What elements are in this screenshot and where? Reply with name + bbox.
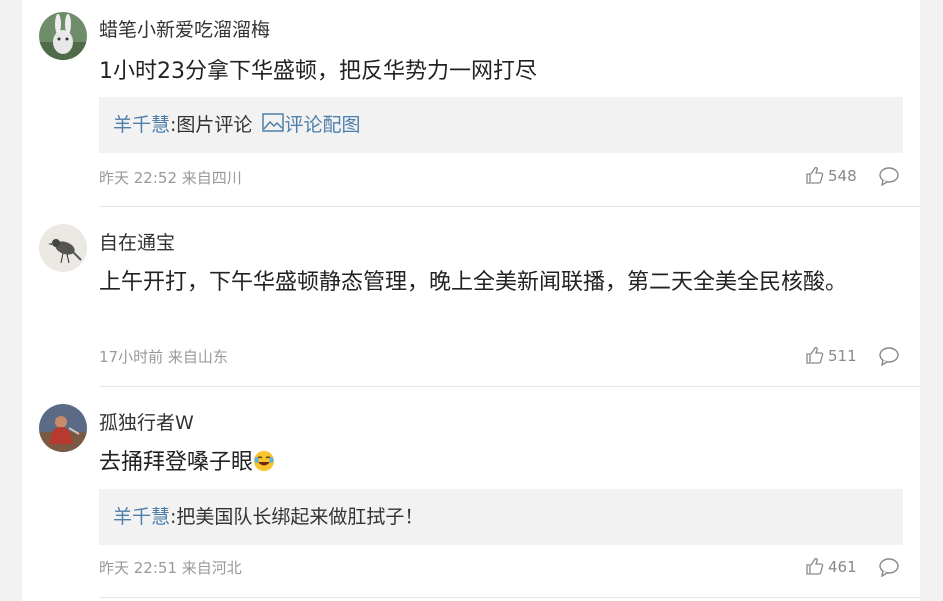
comment-meta: 17小时前 来自山东 <box>99 348 228 366</box>
like-count: 461 <box>828 558 857 576</box>
image-icon[interactable] <box>262 113 285 133</box>
rabbit-avatar-icon <box>39 12 87 60</box>
divider <box>99 597 920 598</box>
reply-button[interactable] <box>878 346 900 367</box>
laughing-crying-emoji-icon <box>253 449 275 471</box>
like-count: 548 <box>828 167 857 185</box>
comment-icon <box>879 167 899 187</box>
avatar[interactable] <box>39 12 87 60</box>
reply-text: :图片评论 <box>170 114 259 136</box>
reply-button[interactable] <box>878 166 900 187</box>
comment-icon <box>879 558 899 578</box>
thumbs-up-icon <box>806 346 824 364</box>
comment-text-content: 去捅拜登嗓子眼 <box>99 450 254 475</box>
thumbs-up-icon <box>806 166 824 184</box>
comment-meta: 昨天 22:52 来自四川 <box>99 169 242 187</box>
comment-meta: 昨天 22:51 来自河北 <box>99 559 242 577</box>
like-button[interactable]: 548 <box>806 166 857 185</box>
avatar[interactable] <box>39 404 87 452</box>
reply-box: 羊千慧:图片评论 评论配图 <box>99 97 903 153</box>
comment-text: 上午开打，下午华盛顿静态管理，晚上全美新闻联播，第二天全美全民核酸。 <box>99 270 848 295</box>
comment-list: 蜡笔小新爱吃溜溜梅 1小时23分拿下华盛顿，把反华势力一网打尽 羊千慧:图片评论… <box>22 0 920 601</box>
reply-box: 羊千慧:把美国队长绑起来做肛拭子！ <box>99 489 903 545</box>
comment-username[interactable]: 蜡笔小新爱吃溜溜梅 <box>99 15 270 42</box>
comment-username[interactable]: 自在通宝 <box>99 228 175 255</box>
reply-text: :把美国队长绑起来做肛拭子！ <box>170 506 424 528</box>
like-count: 511 <box>828 347 857 365</box>
divider <box>99 386 920 387</box>
reply-button[interactable] <box>878 557 900 578</box>
comment-icon <box>879 347 899 367</box>
bird-avatar-icon <box>39 224 87 272</box>
divider <box>99 206 920 207</box>
comment-image-link[interactable]: 评论配图 <box>284 114 360 136</box>
comment-text: 去捅拜登嗓子眼 <box>99 446 889 480</box>
comment-text: 1小时23分拿下华盛顿，把反华势力一网打尽 <box>99 59 537 84</box>
like-button[interactable]: 511 <box>806 346 857 365</box>
comment-username[interactable]: 孤独行者W <box>99 408 194 435</box>
thumbs-up-icon <box>806 557 824 575</box>
reply-username[interactable]: 羊千慧 <box>113 114 170 136</box>
like-button[interactable]: 461 <box>806 557 857 576</box>
reply-username[interactable]: 羊千慧 <box>113 506 170 528</box>
figure-avatar-icon <box>39 404 87 452</box>
avatar[interactable] <box>39 224 87 272</box>
